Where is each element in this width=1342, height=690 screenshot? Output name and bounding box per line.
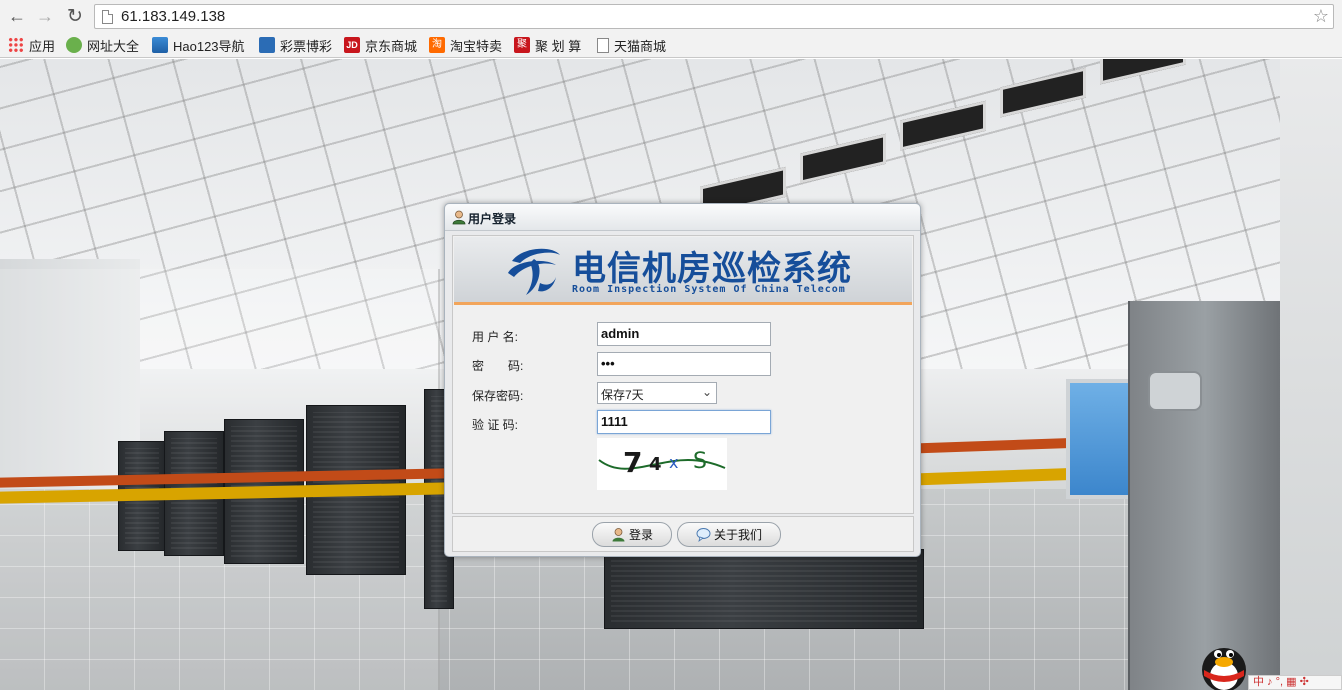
bookmark-caipiao[interactable]: 彩票博彩 [259,36,332,54]
bookmark-juhuasuan[interactable]: 聚 聚 划 算 [514,36,581,54]
username-input[interactable]: admin [597,322,771,346]
juhuasuan-icon: 聚 [514,37,530,53]
chat-bubble-icon [696,528,711,542]
captcha-char-4: S [693,449,707,474]
hao123-icon [152,37,168,53]
address-bar[interactable]: 61.183.149.138 ☆ [94,4,1334,29]
login-button[interactable]: 登录 [592,522,672,547]
dialog-title: 用户登录 [468,212,517,226]
bookmark-tmall[interactable]: 天猫商城 [597,36,666,54]
bookmark-label: 天猫商城 [614,38,667,54]
about-button[interactable]: 关于我们 [677,522,781,547]
bookmark-label: 网址大全 [87,38,140,54]
bookmark-label: 应用 [29,38,56,54]
caipiao-icon [259,37,275,53]
right-wall [1280,59,1342,690]
bookmark-wangzhi[interactable]: 网址大全 [66,36,139,54]
login-dialog: 用户登录 电信机房巡检系统 Room Inspection System Of … [444,203,921,557]
remember-label: 保存密码: [472,389,524,403]
login-button-label: 登录 [628,528,653,542]
bookmarks-bar: 应用 网址大全 Hao123导航 彩票博彩 JD 京东商城 淘 淘宝特卖 聚 聚… [0,33,1342,58]
china-telecom-logo-icon [508,248,560,295]
dialog-titlebar: 用户登录 [445,204,920,231]
captcha-label: 验 证 码: [472,418,519,432]
remember-select[interactable]: 保存7天 ⌄ [597,382,717,404]
captcha-char-1: 7 [623,446,642,479]
apps-icon [8,37,24,53]
back-arrow-icon[interactable]: ← [6,6,28,26]
window [1066,379,1132,499]
username-label: 用 户 名: [472,330,519,344]
bookmark-jd[interactable]: JD 京东商城 [344,36,417,54]
remember-select-value: 保存7天 [601,388,644,402]
captcha-image[interactable]: 7 4 x S [597,438,727,490]
bookmark-label: 京东商城 [365,38,418,54]
chevron-down-icon: ⌄ [701,385,712,399]
dialog-body: 电信机房巡检系统 Room Inspection System Of China… [452,235,914,514]
system-subtitle: Room Inspection System Of China Telecom [572,284,846,295]
password-input[interactable]: ••• [597,352,771,376]
bookmark-label: 聚 划 算 [535,38,582,54]
bookmark-taobao[interactable]: 淘 淘宝特卖 [429,36,502,54]
about-button-label: 关于我们 [713,528,762,542]
browser-toolbar: ← → ↻ 61.183.149.138 ☆ [0,0,1342,33]
captcha-char-2: 4 [649,454,662,475]
system-title: 电信机房巡检系统 [572,249,852,289]
page-icon [102,10,113,24]
user-icon [612,528,625,542]
bookmark-hao123[interactable]: Hao123导航 [152,36,245,54]
address-url[interactable]: 61.183.149.138 [121,8,225,25]
captcha-char-3: x [669,453,678,472]
bookmark-label: 淘宝特卖 [450,38,503,54]
system-banner: 电信机房巡检系统 Room Inspection System Of China… [454,237,912,305]
taobao-icon: 淘 [429,37,445,53]
jd-icon: JD [344,37,360,53]
page-icon [597,37,609,53]
captcha-input[interactable]: 1111 [597,410,771,434]
bookmark-apps[interactable]: 应用 [8,36,55,54]
user-icon [452,210,466,225]
reload-icon[interactable]: ↻ [64,6,86,26]
dialog-footer: 登录 关于我们 [452,516,914,552]
bookmark-label: 彩票博彩 [280,38,333,54]
bookmark-label: Hao123导航 [173,38,245,54]
server-rack [604,549,924,629]
ime-status-bar[interactable]: 中 ♪ °, ▦ ✣ [1248,675,1342,690]
bookmark-star-icon[interactable]: ☆ [1313,6,1329,27]
forward-arrow-icon[interactable]: → [34,6,56,26]
wangzhi-icon [66,37,82,53]
password-label: 密 码: [472,359,524,373]
